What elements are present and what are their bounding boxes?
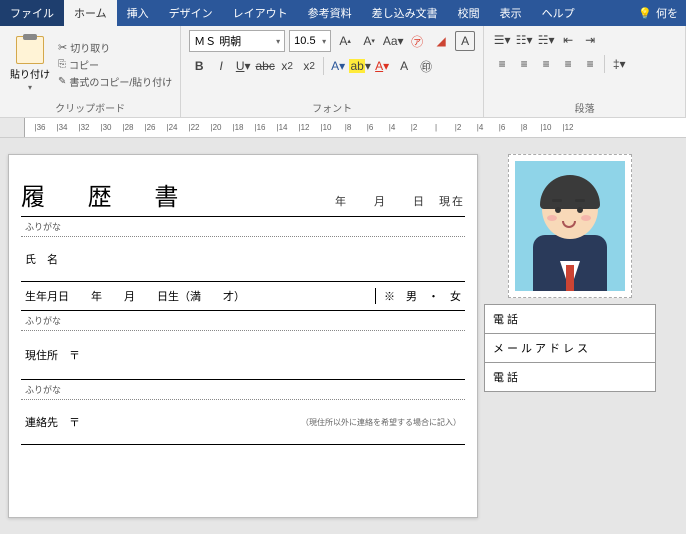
font-name-select[interactable]: ＭＳ 明朝▾ <box>189 30 285 52</box>
tab-file[interactable]: ファイル <box>0 0 64 26</box>
tab-references[interactable]: 参考資料 <box>298 0 362 26</box>
resume-page[interactable]: 履 歴 書 年 月 日 現在 ふりがな 氏 名 生年月日年月日生（満才） ※ 男… <box>8 154 478 518</box>
cut-button[interactable]: ✂切り取り <box>58 40 172 55</box>
tab-review[interactable]: 校閲 <box>448 0 490 26</box>
menu-tabs: ファイル ホーム 挿入 デザイン レイアウト 参考資料 差し込み文書 校閲 表示… <box>0 0 686 26</box>
justify-button[interactable]: ≡ <box>558 54 578 74</box>
brush-icon: ✎ <box>58 76 66 87</box>
text-effects-button[interactable]: A▾ <box>328 56 348 76</box>
shrink-font-button[interactable]: A▾ <box>359 31 379 51</box>
resume-date: 年 月 日 現在 <box>335 193 465 209</box>
clipboard-label: クリップボード <box>8 98 172 115</box>
tab-help[interactable]: ヘルプ <box>532 0 585 26</box>
tell-me[interactable]: 💡何を <box>630 0 686 26</box>
superscript-button[interactable]: x2 <box>299 56 319 76</box>
furigana-row-2: ふりがな <box>21 311 465 331</box>
line-spacing-button[interactable]: ‡▾ <box>609 54 629 74</box>
photo-frame[interactable] <box>508 154 632 298</box>
italic-button[interactable]: I <box>211 56 231 76</box>
furigana-row: ふりがな <box>21 217 465 237</box>
ribbon: 貼り付け ▾ ✂切り取り ⎘コピー ✎書式のコピー/貼り付け クリップボード Ｍ… <box>0 26 686 118</box>
address-row: 現住所 〒 <box>21 331 465 380</box>
char-shading-button[interactable]: A <box>394 56 414 76</box>
numbering-button[interactable]: ☷▾ <box>514 30 534 50</box>
tab-insert[interactable]: 挿入 <box>117 0 159 26</box>
scissors-icon: ✂ <box>58 41 67 54</box>
ruler[interactable]: |38|36|34|32|30|28|26|24|22|20|18|16|14|… <box>0 118 686 138</box>
grow-font-button[interactable]: A▴ <box>335 31 355 51</box>
tab-view[interactable]: 表示 <box>490 0 532 26</box>
increase-indent-button[interactable]: ⇥ <box>580 30 600 50</box>
phonetic-guide-button[interactable]: ㋐ <box>407 31 427 51</box>
id-photo <box>515 161 625 291</box>
font-label: フォント <box>189 98 475 115</box>
tab-home[interactable]: ホーム <box>64 0 117 26</box>
tel-row: 電話 <box>485 305 655 334</box>
tel-row-2: 電話 <box>485 363 655 391</box>
align-left-button[interactable]: ≡ <box>492 54 512 74</box>
copy-icon: ⎘ <box>58 59 66 70</box>
change-case-button[interactable]: Aa▾ <box>383 31 403 51</box>
group-font: ＭＳ 明朝▾ 10.5▾ A▴ A▾ Aa▾ ㋐ ◢ A B I U▾ abc … <box>181 26 484 117</box>
furigana-row-3: ふりがな <box>21 380 465 400</box>
group-clipboard: 貼り付け ▾ ✂切り取り ⎘コピー ✎書式のコピー/貼り付け クリップボード <box>0 26 181 117</box>
font-color-button[interactable]: A▾ <box>372 56 392 76</box>
tab-mailings[interactable]: 差し込み文書 <box>362 0 448 26</box>
side-column: 電話 メールアドレス 電話 <box>484 154 656 518</box>
bulb-icon: 💡 <box>638 7 652 20</box>
contact-box[interactable]: 電話 メールアドレス 電話 <box>484 304 656 392</box>
font-size-select[interactable]: 10.5▾ <box>289 30 331 52</box>
strike-button[interactable]: abc <box>255 56 275 76</box>
bold-button[interactable]: B <box>189 56 209 76</box>
align-center-button[interactable]: ≡ <box>514 54 534 74</box>
bullets-button[interactable]: ☰▾ <box>492 30 512 50</box>
copy-button[interactable]: ⎘コピー <box>58 57 172 72</box>
contact-row: 連絡先 〒（現住所以外に連絡を希望する場合に記入） <box>21 400 465 445</box>
document-area[interactable]: 履 歴 書 年 月 日 現在 ふりがな 氏 名 生年月日年月日生（満才） ※ 男… <box>0 138 686 534</box>
mail-row: メールアドレス <box>485 334 655 363</box>
char-border-button[interactable]: A <box>455 31 475 51</box>
tab-layout[interactable]: レイアウト <box>223 0 298 26</box>
tab-design[interactable]: デザイン <box>159 0 223 26</box>
group-paragraph: ☰▾ ☷▾ ☵▾ ⇤ ⇥ ≡ ≡ ≡ ≡ ≡ ‡▾ 段落 <box>484 26 686 117</box>
chevron-down-icon: ▾ <box>276 37 280 46</box>
distribute-button[interactable]: ≡ <box>580 54 600 74</box>
resume-title: 履 歴 書 <box>21 177 196 212</box>
clear-format-button[interactable]: ◢ <box>431 31 451 51</box>
paste-icon <box>16 36 44 64</box>
format-painter-button[interactable]: ✎書式のコピー/貼り付け <box>58 74 172 89</box>
decrease-indent-button[interactable]: ⇤ <box>558 30 578 50</box>
paste-button[interactable]: 貼り付け ▾ <box>8 30 52 98</box>
birth-row: 生年月日年月日生（満才） ※ 男 ・ 女 <box>21 282 465 311</box>
align-right-button[interactable]: ≡ <box>536 54 556 74</box>
name-row: 氏 名 <box>21 237 465 282</box>
enclose-char-button[interactable]: ㊞ <box>416 56 436 76</box>
subscript-button[interactable]: x2 <box>277 56 297 76</box>
paragraph-label: 段落 <box>492 98 677 115</box>
highlight-button[interactable]: ab▾ <box>350 56 370 76</box>
multilevel-button[interactable]: ☵▾ <box>536 30 556 50</box>
chevron-down-icon: ▾ <box>28 83 32 92</box>
chevron-down-icon: ▾ <box>322 37 326 46</box>
underline-button[interactable]: U▾ <box>233 56 253 76</box>
